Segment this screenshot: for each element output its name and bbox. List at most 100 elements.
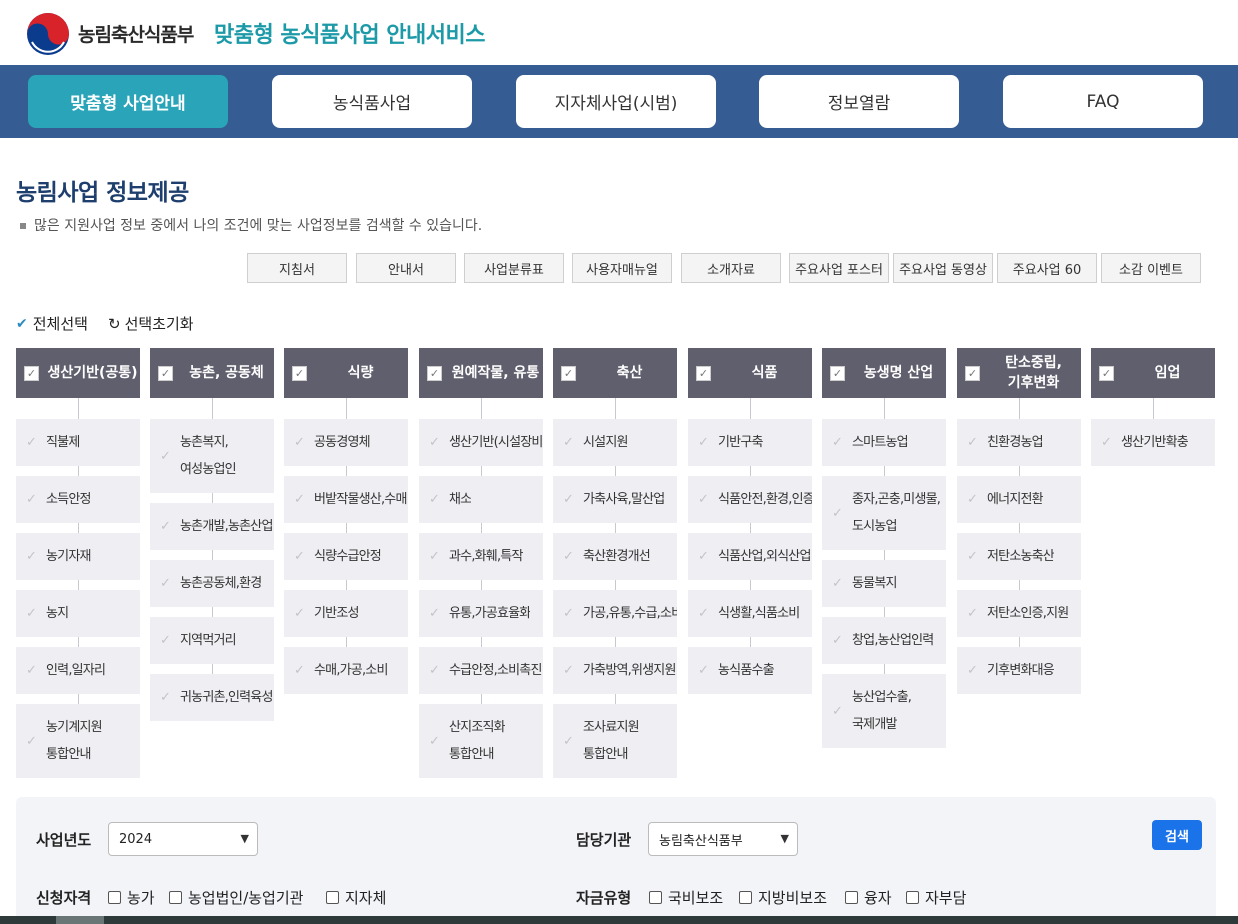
checkbox-icon[interactable]: ✓ — [292, 663, 306, 678]
manual-guide-button[interactable]: 안내서 — [356, 253, 456, 283]
checkbox-icon[interactable]: ✓ — [965, 663, 979, 678]
checkbox-icon[interactable]: ✓ — [830, 704, 844, 719]
nav-faq[interactable]: FAQ — [1003, 75, 1203, 128]
category-item[interactable]: ✓ 기반조성 — [284, 590, 408, 637]
category-item[interactable]: ✓ 조사료지원 통합안내 — [553, 704, 677, 778]
category-item[interactable]: ✓ 생산기반확충 — [1091, 419, 1215, 466]
category-item[interactable]: ✓ 축산환경개선 — [553, 533, 677, 580]
category-header-3[interactable]: ✓ 원예작물, 유통 — [419, 348, 543, 398]
nav-agri-food-projects[interactable]: 농식품사업 — [272, 75, 472, 128]
nav-custom-guide[interactable]: 맞춤형 사업안내 — [28, 75, 228, 128]
category-item[interactable]: ✓ 공동경영체 — [284, 419, 408, 466]
checkbox-icon[interactable]: ✓ — [830, 365, 845, 381]
key-projects-60-button[interactable]: 주요사업 60 — [997, 253, 1097, 283]
scrollbar-thumb[interactable] — [56, 916, 104, 924]
checkbox-icon[interactable]: ✓ — [561, 435, 575, 450]
checkbox-icon[interactable]: ✓ — [965, 435, 979, 450]
checkbox-icon[interactable]: ✓ — [696, 606, 710, 621]
category-item[interactable]: ✓ 친환경농업 — [957, 419, 1081, 466]
checkbox-icon[interactable]: ✓ — [292, 606, 306, 621]
checkbox-icon[interactable]: ✓ — [24, 365, 39, 381]
nav-local-gov-projects[interactable]: 지자체사업(시범) — [516, 75, 716, 128]
checkbox-icon[interactable]: ✓ — [1099, 435, 1113, 450]
checkbox-icon[interactable]: ✓ — [158, 519, 172, 534]
category-header-4[interactable]: ✓ 축산 — [553, 348, 677, 398]
agency-select[interactable]: 농림축산식품부 ▼ — [648, 822, 798, 856]
category-item[interactable]: ✓ 기반구축 — [688, 419, 812, 466]
select-all-button[interactable]: ✔ 전체선택 — [16, 313, 88, 334]
intro-material-button[interactable]: 소개자료 — [681, 253, 781, 283]
category-item[interactable]: ✓ 농지 — [16, 590, 140, 637]
checkbox-icon[interactable]: ✓ — [696, 365, 711, 381]
video-button[interactable]: 주요사업 동영상 — [893, 253, 993, 283]
category-item[interactable]: ✓ 가축방역,위생지원 — [553, 647, 677, 694]
fund-self-checkbox[interactable]: 자부담 — [906, 887, 966, 908]
user-manual-button[interactable]: 사용자매뉴얼 — [572, 253, 672, 283]
checkbox-icon[interactable]: ✓ — [965, 492, 979, 507]
checkbox-icon[interactable]: ✓ — [158, 690, 172, 705]
checkbox-icon[interactable]: ✓ — [561, 606, 575, 621]
category-item[interactable]: ✓ 저탄소농축산 — [957, 533, 1081, 580]
checkbox-icon[interactable]: ✓ — [427, 606, 441, 621]
checkbox-icon[interactable]: ✓ — [292, 492, 306, 507]
qualification-localgov-checkbox[interactable]: 지자체 — [326, 887, 386, 908]
search-button[interactable]: 검색 — [1152, 820, 1202, 850]
category-item[interactable]: ✓ 식량수급안정 — [284, 533, 408, 580]
checkbox-icon[interactable]: ✓ — [292, 549, 306, 564]
checkbox-icon[interactable]: ✓ — [830, 435, 844, 450]
category-item[interactable]: ✓ 농촌복지, 여성농업인 — [150, 419, 274, 493]
checkbox-icon[interactable]: ✓ — [427, 734, 441, 749]
checkbox-icon[interactable]: ✓ — [158, 633, 172, 648]
category-item[interactable]: ✓ 인력,일자리 — [16, 647, 140, 694]
category-item[interactable]: ✓ 시설지원 — [553, 419, 677, 466]
fund-loan-checkbox[interactable]: 융자 — [845, 887, 892, 908]
category-item[interactable]: ✓ 직불제 — [16, 419, 140, 466]
checkbox-icon[interactable]: ✓ — [292, 435, 306, 450]
category-item[interactable]: ✓ 저탄소인증,지원 — [957, 590, 1081, 637]
fund-local-checkbox[interactable]: 지방비보조 — [739, 887, 827, 908]
category-item[interactable]: ✓ 기후변화대응 — [957, 647, 1081, 694]
checkbox-icon[interactable]: ✓ — [427, 492, 441, 507]
checkbox-icon[interactable]: ✓ — [24, 435, 38, 450]
poster-button[interactable]: 주요사업 포스터 — [789, 253, 889, 283]
checkbox-icon[interactable]: ✓ — [24, 549, 38, 564]
category-item[interactable]: ✓ 농기자재 — [16, 533, 140, 580]
checkbox-icon[interactable]: ✓ — [561, 734, 575, 749]
nav-info-browse[interactable]: 정보열람 — [759, 75, 959, 128]
category-item[interactable]: ✓ 채소 — [419, 476, 543, 523]
category-item[interactable]: ✓ 에너지전환 — [957, 476, 1081, 523]
category-item[interactable]: ✓ 식생활,식품소비 — [688, 590, 812, 637]
checkbox-icon[interactable]: ✓ — [427, 663, 441, 678]
checkbox-icon[interactable]: ✓ — [696, 663, 710, 678]
category-item[interactable]: ✓ 수매,가공,소비 — [284, 647, 408, 694]
checkbox-icon[interactable]: ✓ — [965, 549, 979, 564]
checkbox-icon[interactable]: ✓ — [830, 506, 844, 521]
category-item[interactable]: ✓ 귀농귀촌,인력육성 — [150, 674, 274, 721]
category-item[interactable]: ✓ 수급안정,소비촉진 — [419, 647, 543, 694]
category-item[interactable]: ✓ 창업,농산업인력 — [822, 617, 946, 664]
checkbox-icon[interactable]: ✓ — [24, 663, 38, 678]
category-header-5[interactable]: ✓ 식품 — [688, 348, 812, 398]
checkbox-icon[interactable]: ✓ — [561, 492, 575, 507]
category-header-1[interactable]: ✓ 농촌, 공동체 — [150, 348, 274, 398]
checkbox-icon[interactable]: ✓ — [561, 549, 575, 564]
checkbox-icon[interactable]: ✓ — [24, 492, 38, 507]
category-item[interactable]: ✓ 소득안정 — [16, 476, 140, 523]
category-item[interactable]: ✓ 식품안전,환경,인증 — [688, 476, 812, 523]
checkbox-icon[interactable]: ✓ — [561, 663, 575, 678]
year-select[interactable]: 2024 ▼ — [108, 822, 258, 856]
horizontal-scrollbar[interactable] — [0, 916, 1238, 924]
qualification-corp-checkbox[interactable]: 농업법인/농업기관 — [169, 887, 303, 908]
category-item[interactable]: ✓ 버밭작물생산,수매 — [284, 476, 408, 523]
checkbox-icon[interactable]: ✓ — [24, 734, 38, 749]
category-item[interactable]: ✓ 농촌공동체,환경 — [150, 560, 274, 607]
category-item[interactable]: ✓ 스마트농업 — [822, 419, 946, 466]
checkbox-icon[interactable]: ✓ — [696, 435, 710, 450]
checkbox-icon[interactable]: ✓ — [427, 549, 441, 564]
qualification-farm-checkbox[interactable]: 농가 — [108, 887, 155, 908]
service-title[interactable]: 맞춤형 농식품사업 안내서비스 — [214, 17, 485, 49]
category-item[interactable]: ✓ 산지조직화 통합안내 — [419, 704, 543, 778]
category-header-6[interactable]: ✓ 농생명 산업 — [822, 348, 946, 398]
category-header-0[interactable]: ✓ 생산기반(공통) — [16, 348, 140, 398]
fund-national-checkbox[interactable]: 국비보조 — [649, 887, 723, 908]
